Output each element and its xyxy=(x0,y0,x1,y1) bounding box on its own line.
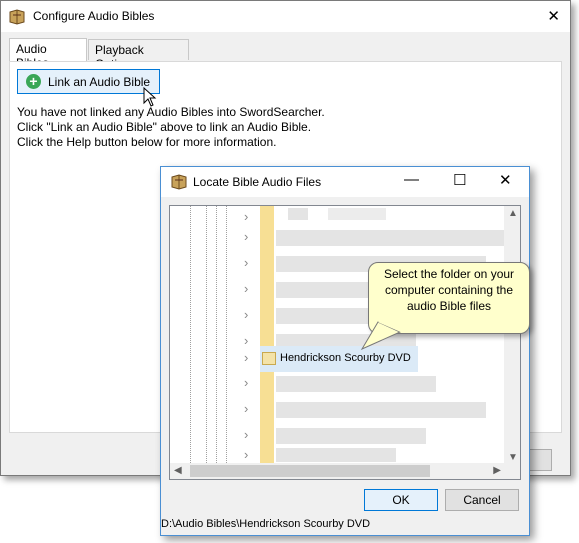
callout-pointer xyxy=(360,319,403,351)
